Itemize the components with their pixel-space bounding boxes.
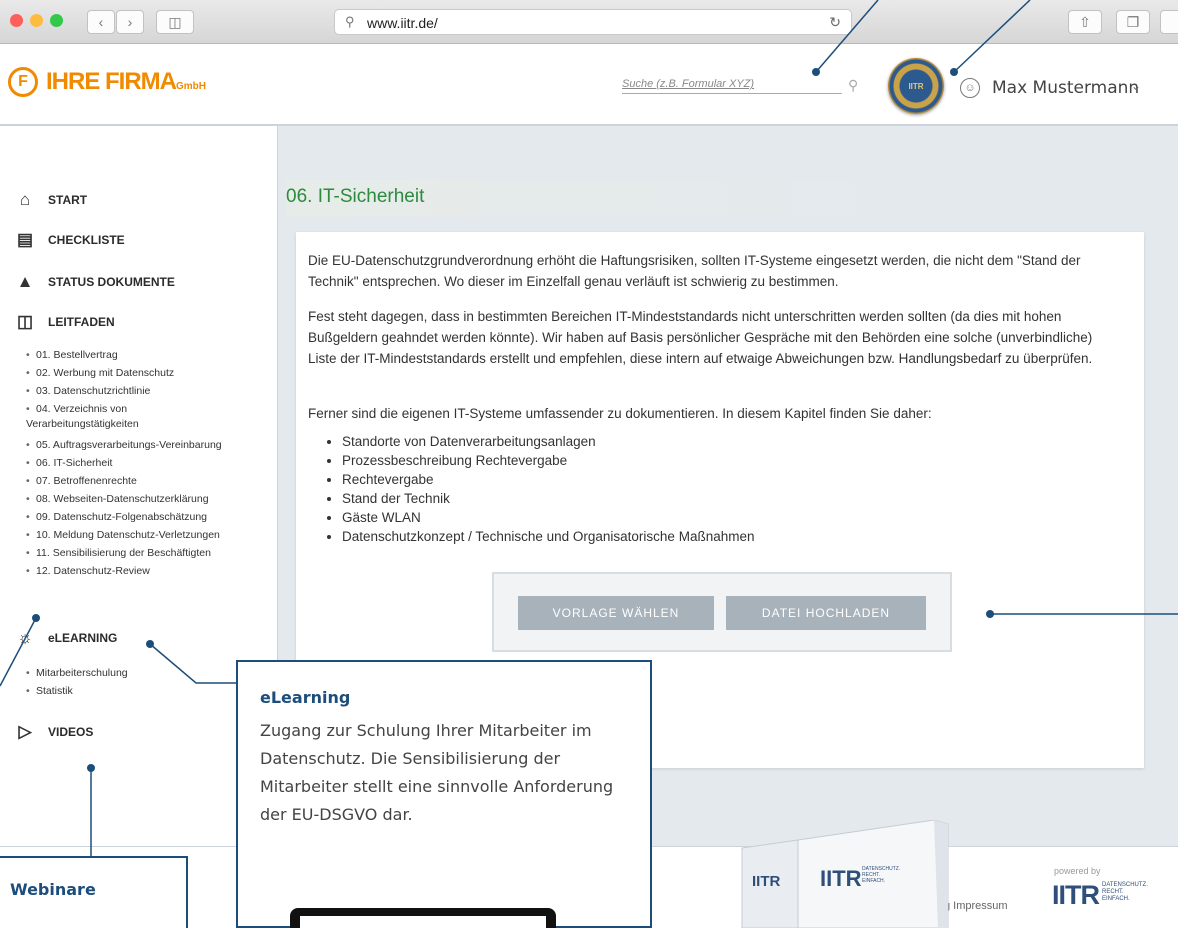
address-bar[interactable]: ⚲ www.iitr.de/ ↻ (334, 9, 852, 35)
binder-cover-label: IITR (820, 866, 862, 891)
search-input[interactable]: Suche (z.B. Formular XYZ) (622, 78, 842, 94)
app-header: F IHRE FIRMAGmbH Suche (z.B. Formular XY… (0, 44, 1178, 126)
tagline-line: RECHT. (1102, 889, 1124, 895)
sidebar-item-label: LEITFADEN (48, 315, 115, 329)
annotation-dot (986, 610, 994, 618)
sidebar-subitem[interactable]: 10. Meldung Datenschutz-Verletzungen (26, 528, 220, 543)
maximize-window-icon[interactable] (50, 14, 63, 27)
sidebar-subitem[interactable]: 11. Sensibilisierung der Beschäftigten (26, 546, 211, 561)
share-icon[interactable]: ⇧ (1068, 10, 1102, 34)
laptop-preview (290, 908, 556, 928)
sidebar-item-status[interactable]: ▲ STATUS DOKUMENTE (14, 272, 175, 292)
iitr-tagline: DATENSCHUTZ. RECHT. EINFACH. (1102, 882, 1148, 903)
lightbulb-icon: ☼ (17, 628, 33, 647)
tagline-line: EINFACH. (1102, 896, 1130, 902)
annotation-dot (32, 614, 40, 622)
callout-title: Webinare (10, 880, 96, 899)
list-item: Standorte von Datenverarbeitungsanlagen (342, 432, 754, 451)
list-item: Gäste WLAN (342, 508, 754, 527)
browser-toolbar: ‹ › ◫ ⚲ www.iitr.de/ ↻ ⇧ ❐ (0, 0, 1178, 44)
reload-icon[interactable]: ↻ (829, 14, 841, 31)
annotation-dot (950, 68, 958, 76)
company-name: IHRE FIRMA (46, 68, 177, 95)
sidebar-item-label: START (48, 193, 88, 207)
intro-paragraph: Die EU-Datenschutzgrundverordnung erhöht… (308, 253, 1081, 289)
checklist-icon: ▤ (16, 230, 34, 249)
sidebar-item-checkliste[interactable]: ▤ CHECKLISTE (14, 230, 125, 250)
sidebar-subitem[interactable]: 07. Betroffenenrechte (26, 474, 137, 489)
sidebar-item-label: VIDEOS (48, 725, 94, 739)
choose-template-button[interactable]: VORLAGE WÄHLEN (518, 596, 714, 630)
back-icon[interactable]: ‹ (87, 10, 115, 34)
pyramid-icon: ▲ (16, 272, 34, 291)
sidebar-item-start[interactable]: ⌂ START (14, 190, 87, 210)
iitr-logo[interactable]: IITR (1052, 880, 1100, 911)
home-icon: ⌂ (19, 190, 31, 209)
search-icon: ⚲ (345, 14, 355, 29)
sidebar-item-label: CHECKLISTE (48, 233, 125, 247)
page-title: 06. IT-Sicherheit (286, 180, 938, 216)
powered-by-label: powered by (1054, 866, 1101, 876)
sidebar-subitem[interactable]: 08. Webseiten-Datenschutzerklärung (26, 492, 209, 507)
sidebar-subitem[interactable]: 04. Verzeichnis von Verarbeitungstätigke… (26, 402, 139, 432)
sidebar-subitem[interactable]: 09. Datenschutz-Folgenabschätzung (26, 510, 207, 525)
sidebar-subitem[interactable]: 02. Werbung mit Datenschutz (26, 366, 174, 381)
upload-file-button[interactable]: DATEI HOCHLADEN (726, 596, 926, 630)
new-tab-icon[interactable] (1160, 10, 1178, 34)
company-suffix: GmbH (176, 81, 206, 92)
company-logo-icon[interactable]: F (8, 67, 38, 97)
user-name[interactable]: Max Mustermann (992, 78, 1139, 98)
sidebar-subitem[interactable]: Mitarbeiterschulung (26, 666, 128, 681)
minimize-window-icon[interactable] (30, 14, 43, 27)
user-icon[interactable]: ☺ (960, 78, 980, 98)
list-item: Stand der Technik (342, 489, 754, 508)
intro-paragraph: Fest steht dagegen, dass in bestimmten B… (308, 309, 1093, 366)
tagline-line: DATENSCHUTZ. (1102, 882, 1148, 888)
list-item: Rechtevergabe (342, 470, 754, 489)
video-icon: ▷ (18, 722, 32, 741)
company-logo-text[interactable]: IHRE FIRMAGmbH (46, 68, 206, 96)
intro-paragraph: Ferner sind die eigenen IT-Systeme umfas… (308, 406, 932, 421)
list-item: Datenschutzkonzept / Technische und Orga… (342, 527, 754, 546)
binder-spine-label: IITR (752, 873, 780, 890)
webinare-callout: Webinare (0, 856, 188, 928)
sidebar-item-videos[interactable]: ▷ VIDEOS (14, 722, 93, 742)
sidebar-subitem[interactable]: 03. Datenschutzrichtlinie (26, 384, 150, 399)
callout-body: Zugang zur Schulung Ihrer Mitarbeiter im… (260, 721, 614, 824)
sidebar-item-elearning[interactable]: ☼ eLEARNING (14, 628, 117, 648)
subitem-label-cont: Verarbeitungstätigkeiten (26, 418, 139, 430)
binder-cover-tag: EINFACH. (862, 878, 885, 884)
binder-illustration: IITR IITR DATENSCHUTZ. RECHT. EINFACH. (741, 820, 949, 928)
sidebar-subitem[interactable]: 06. IT-Sicherheit (26, 456, 113, 471)
subitem-label: 04. Verzeichnis von (36, 403, 128, 415)
action-panel: VORLAGE WÄHLEN DATEI HOCHLADEN (492, 572, 952, 652)
search-icon[interactable]: ⚲ (848, 77, 858, 94)
annotation-dot (146, 640, 154, 648)
sidebar-item-leitfaden[interactable]: ◫ LEITFADEN (14, 312, 115, 332)
forward-icon[interactable]: › (116, 10, 144, 34)
sidebar-item-label: eLEARNING (48, 631, 118, 645)
sidebar-subitem[interactable]: 12. Datenschutz-Review (26, 564, 150, 579)
annotation-dot (87, 764, 95, 772)
tabs-icon[interactable]: ❐ (1116, 10, 1150, 34)
sidebar-toggle-icon[interactable]: ◫ (156, 10, 194, 34)
annotation-dot (812, 68, 820, 76)
elearning-callout: eLearning Zugang zur Schulung Ihrer Mita… (236, 660, 652, 928)
chevron-down-icon[interactable]: ⌄ (1131, 79, 1141, 93)
url-text: www.iitr.de/ (367, 15, 438, 31)
sidebar-subitem[interactable]: 01. Bestellvertrag (26, 348, 118, 363)
binder-icon: ◫ (16, 312, 34, 331)
sidebar-subitem[interactable]: Statistik (26, 684, 73, 699)
sidebar-subitem[interactable]: 05. Auftragsverarbeitungs-Vereinbarung (26, 438, 222, 453)
list-item: Prozessbeschreibung Rechtevergabe (342, 451, 754, 470)
certification-seal[interactable]: IITR (888, 58, 944, 114)
close-window-icon[interactable] (10, 14, 23, 27)
sidebar-item-label: STATUS DOKUMENTE (48, 275, 175, 289)
chapter-list: Standorte von Datenverarbeitungsanlagen … (342, 432, 754, 546)
callout-title: eLearning (260, 688, 351, 707)
